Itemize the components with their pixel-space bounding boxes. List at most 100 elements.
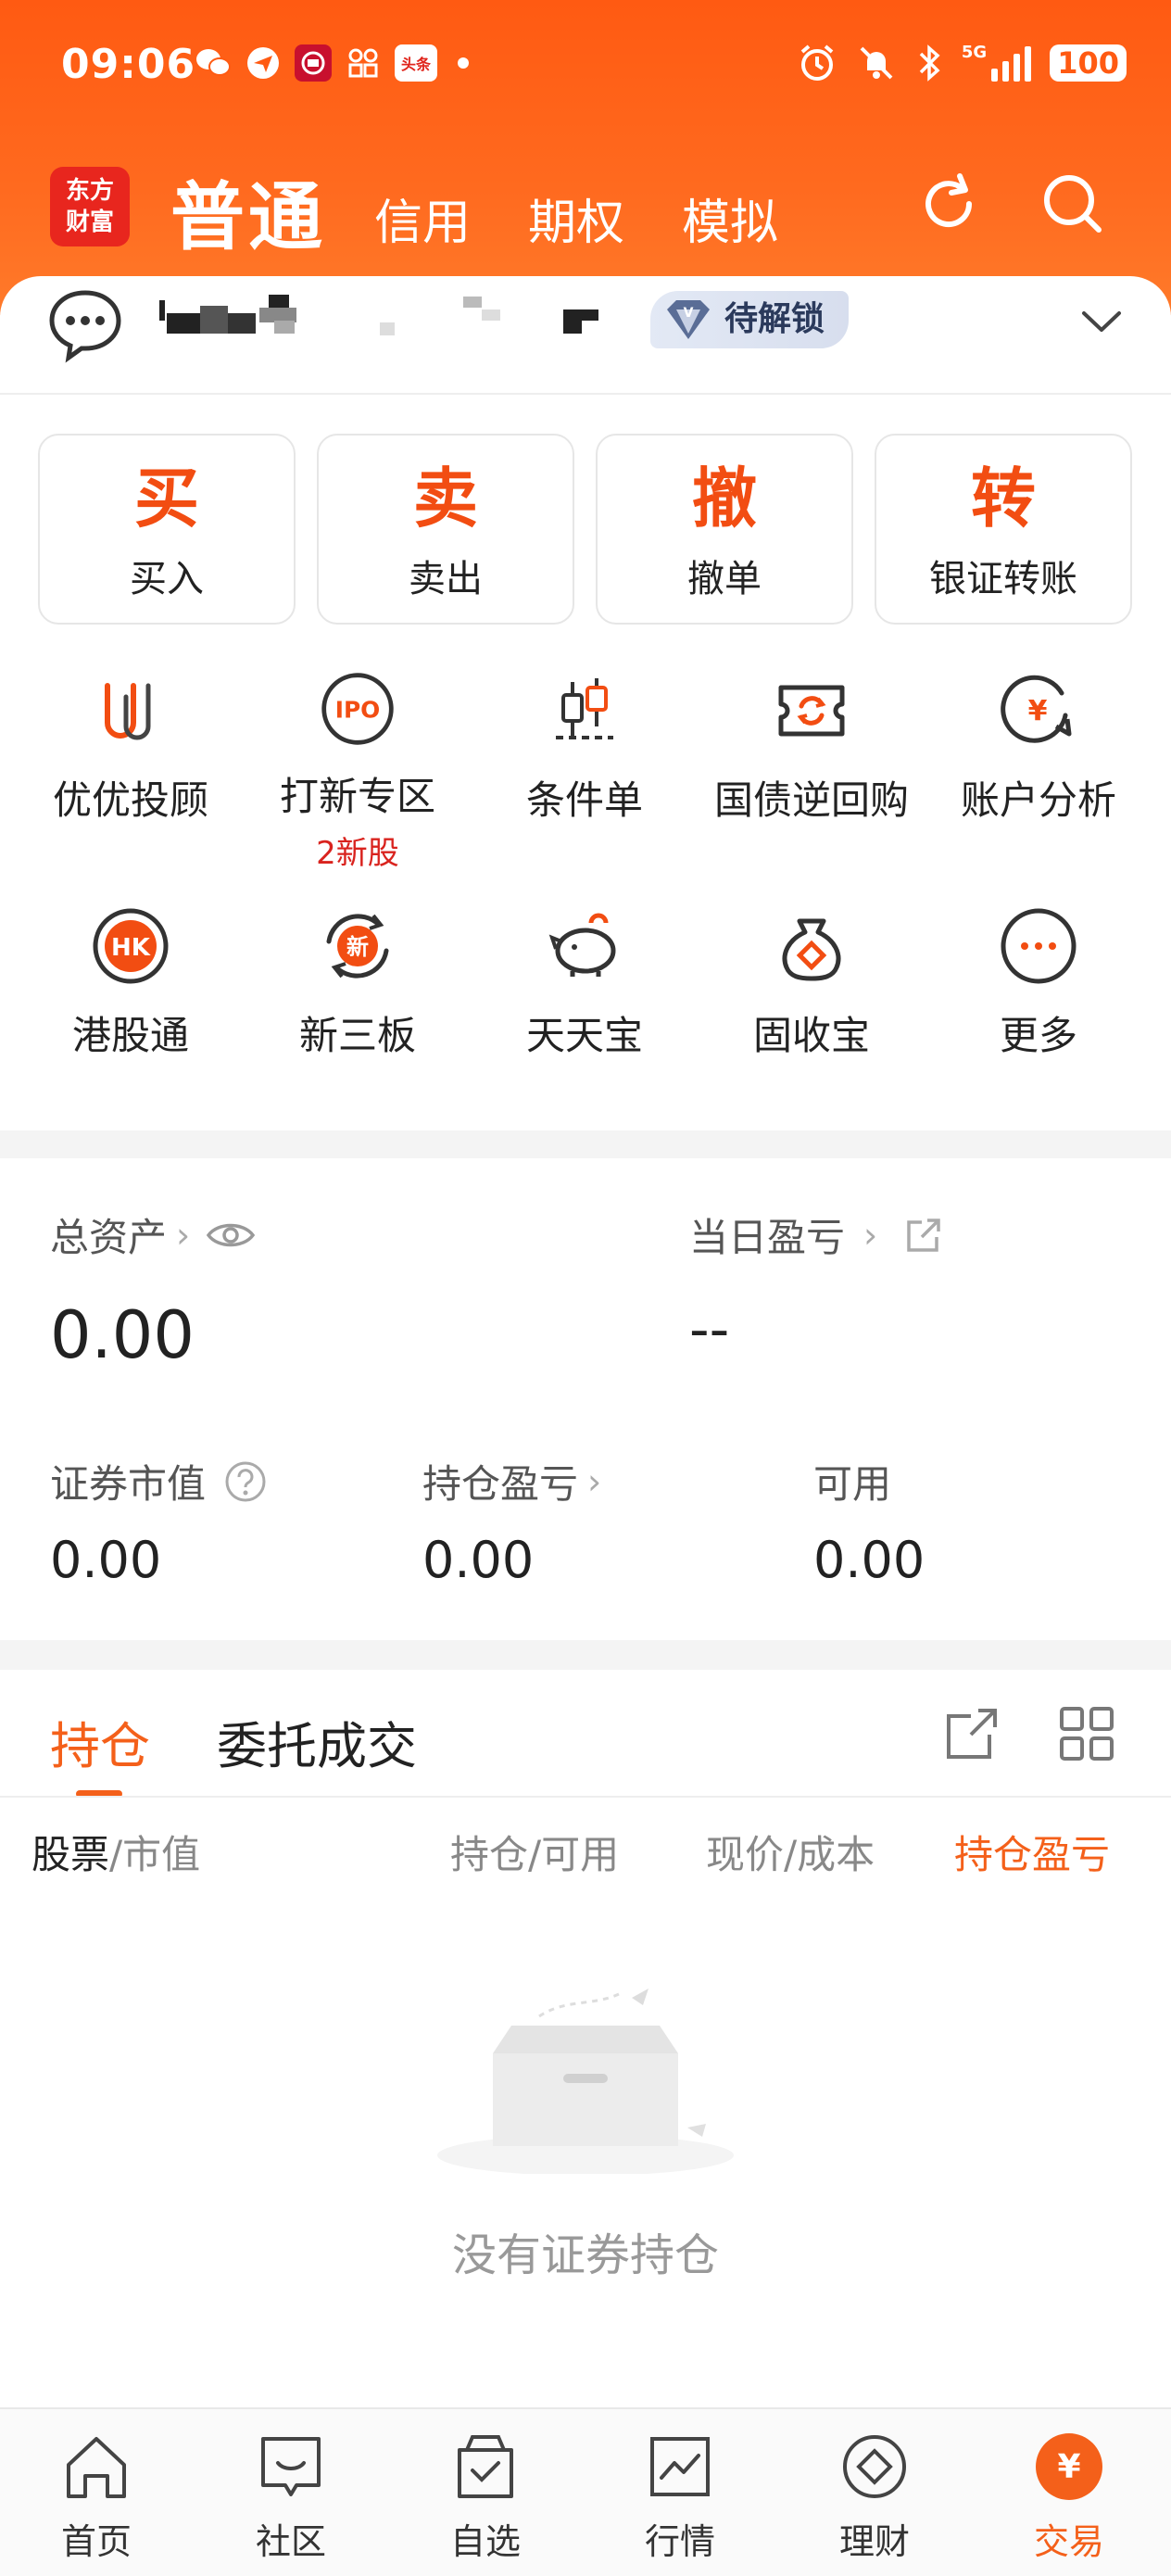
candlestick-icon: [556, 678, 613, 739]
watchlist-icon: [458, 2435, 513, 2498]
eastmoney-logo: 东方 财富: [50, 167, 130, 246]
account-selector[interactable]: V 待解锁: [0, 276, 1171, 395]
layout-grid-icon[interactable]: [1054, 1701, 1119, 1766]
message-icon[interactable]: [46, 285, 124, 363]
sell-button[interactable]: 卖 卖出: [317, 434, 574, 625]
column-position[interactable]: 持仓/可用: [450, 1824, 619, 1880]
svg-text:新: 新: [346, 934, 369, 960]
top-navigation: 东方 财富 普通 信用 期权 模拟: [0, 148, 1171, 260]
mute-bell-icon: [860, 46, 893, 80]
yen-chat-icon: ¥: [1001, 675, 1072, 743]
app-grid-icon: [345, 44, 382, 82]
service-tiantianbao[interactable]: 天天宝: [468, 904, 701, 1108]
battery-indicator: 100: [1050, 44, 1127, 82]
status-indicators: 5G 100: [797, 43, 1127, 83]
nav-trade[interactable]: ¥ 交易: [1000, 2428, 1139, 2564]
youyou-icon: [105, 683, 151, 740]
help-icon[interactable]: [224, 1460, 267, 1503]
community-icon: [261, 2437, 321, 2496]
paper-plane-icon: [245, 44, 282, 82]
chevron-down-icon[interactable]: [1078, 304, 1125, 341]
cancel-order-button[interactable]: 撤 撤单: [596, 434, 853, 625]
nav-watchlist[interactable]: 自选: [416, 2428, 555, 2564]
tab-options[interactable]: 期权: [528, 183, 624, 253]
wealth-icon: [843, 2435, 906, 2498]
more-notifications-dot: [458, 57, 469, 69]
tab-positions[interactable]: 持仓: [50, 1705, 150, 1778]
market-value: 0.00: [50, 1531, 162, 1589]
holdings-section: 持仓 委托成交 股票/市值 持仓/可用 现价/成本 持仓盈亏 没有证券持仓: [0, 1670, 1171, 2409]
chevron-right-icon: ›: [176, 1214, 191, 1256]
service-conditional-order[interactable]: 条件单: [468, 669, 701, 873]
toutiao-icon: 头条: [395, 44, 437, 82]
bank-transfer-button[interactable]: 转 银证转账: [875, 434, 1132, 625]
status-time: 09:06: [61, 41, 196, 88]
bluetooth-icon: [919, 44, 940, 82]
service-hk-connect[interactable]: HK 港股通: [14, 904, 247, 1108]
ticket-icon: [778, 685, 845, 737]
chevron-right-icon: ›: [863, 1214, 878, 1256]
position-pl-link[interactable]: 持仓盈亏 ›: [422, 1453, 601, 1509]
service-neeq[interactable]: 新 新三板: [241, 904, 474, 1108]
column-stock[interactable]: 股票/市值: [31, 1824, 200, 1880]
service-youyou-advisor[interactable]: 优优投顾: [14, 669, 247, 873]
bottom-navigation: 首页 社区 自选 行情 理财 ¥ 交易: [0, 2407, 1171, 2576]
empty-box-illustration: [437, 1989, 734, 2174]
nav-community[interactable]: 社区: [221, 2428, 360, 2564]
status-notifications: 头条: [195, 44, 469, 82]
service-treasury-repo[interactable]: 国债逆回购: [695, 669, 928, 873]
masked-account-number: [157, 295, 621, 360]
signal-icon: 5G: [962, 44, 1032, 82]
unlock-badge[interactable]: V 待解锁: [650, 291, 850, 348]
total-assets-link[interactable]: 总资产 ›: [50, 1206, 257, 1263]
available-label: 可用: [813, 1461, 892, 1507]
assets-summary: 总资产 › 0.00 当日盈亏 › -- 证券市值 0.00 持仓盈亏 › 0.…: [0, 1158, 1171, 1640]
svg-text:¥: ¥: [1057, 2448, 1080, 2486]
home-icon: [67, 2437, 126, 2498]
new-icon: 新: [326, 914, 389, 979]
chevron-right-icon: ›: [587, 1460, 602, 1502]
wechat-icon: [195, 44, 232, 82]
svg-text:IPO: IPO: [335, 697, 381, 724]
service-account-analysis[interactable]: ¥ 账户分析: [922, 669, 1155, 873]
diamond-icon: V: [667, 300, 710, 339]
tab-credit[interactable]: 信用: [374, 183, 471, 253]
column-pl[interactable]: 持仓盈亏: [954, 1824, 1140, 1880]
daily-pl-value: --: [689, 1297, 730, 1362]
app-header: 09:06 头条 5G 100 东方 财富 普通 信用 期权 模拟: [0, 0, 1171, 315]
total-assets-value: 0.00: [50, 1297, 195, 1373]
service-more[interactable]: 更多: [922, 904, 1155, 1108]
position-pl-value: 0.00: [422, 1531, 535, 1589]
tab-simulation[interactable]: 模拟: [682, 183, 778, 253]
trade-panel: 买 买入 卖 卖出 撤 撤单 转 银证转账 优优投顾 IPO 打新专区 2新股: [0, 395, 1171, 1130]
column-price[interactable]: 现价/成本: [706, 1824, 875, 1880]
eye-icon[interactable]: [205, 1217, 257, 1254]
nav-market[interactable]: 行情: [611, 2428, 749, 2564]
new-stock-count: 2新股: [316, 835, 399, 872]
service-fixed-income[interactable]: 固收宝: [695, 904, 928, 1108]
daily-pl-link[interactable]: 当日盈亏 ›: [689, 1206, 946, 1263]
service-ipo[interactable]: IPO 打新专区 2新股: [241, 669, 474, 873]
tab-orders[interactable]: 委托成交: [217, 1705, 417, 1778]
share-icon[interactable]: [901, 1213, 946, 1257]
export-icon[interactable]: [939, 1701, 1004, 1766]
nav-wealth[interactable]: 理财: [805, 2428, 944, 2564]
search-icon[interactable]: [1036, 167, 1110, 241]
bank-app-icon: [295, 44, 332, 82]
tab-normal[interactable]: 普通: [170, 158, 326, 265]
market-icon: [650, 2437, 710, 2496]
alarm-icon: [800, 44, 834, 81]
refresh-icon[interactable]: [912, 167, 986, 241]
empty-state-text: 没有证券持仓: [451, 2229, 719, 2281]
more-icon: [1001, 908, 1077, 984]
buy-button[interactable]: 买 买入: [38, 434, 296, 625]
svg-text:HK: HK: [111, 934, 151, 962]
divider: [0, 1796, 1171, 1798]
svg-text:V: V: [684, 306, 694, 321]
trade-icon: ¥: [1036, 2433, 1102, 2500]
market-value-label: 证券市值: [50, 1453, 267, 1509]
ipo-icon: IPO: [321, 673, 394, 745]
available-value: 0.00: [813, 1531, 925, 1589]
nav-home[interactable]: 首页: [27, 2428, 166, 2564]
svg-text:¥: ¥: [1028, 695, 1048, 727]
